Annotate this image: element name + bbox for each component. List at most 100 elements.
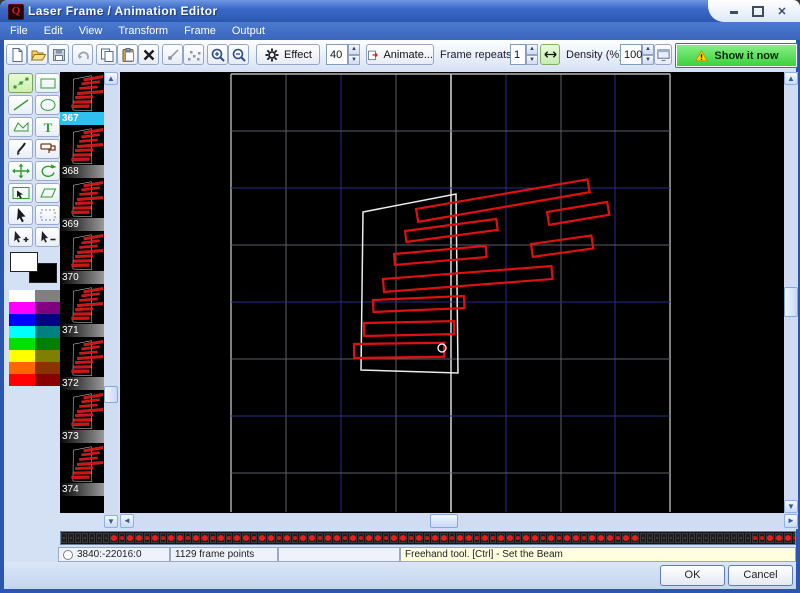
timeline-cell-frame[interactable] [276,533,282,543]
palette-swatch[interactable] [35,338,61,350]
timeline-cell-frame[interactable] [481,533,489,543]
palette-swatch[interactable] [9,374,35,386]
timeline-cell-frame[interactable] [317,533,323,543]
frame-item[interactable]: 374 [60,443,104,496]
timeline-cell-frame[interactable] [506,533,514,543]
close-icon[interactable]: ✕ [776,5,788,18]
timeline-cell-frame[interactable] [456,533,464,543]
frame-timeline[interactable] [60,531,796,545]
timeline-cell-frame[interactable] [465,533,473,543]
timeline-cell-frame[interactable] [333,533,341,543]
timeline-cell-frame[interactable] [752,533,758,543]
output-settings-button[interactable] [654,44,672,65]
timeline-cell-empty[interactable] [68,533,74,543]
timeline-cell-frame[interactable] [408,533,414,543]
timeline-cell-frame[interactable] [588,533,596,543]
paste-button[interactable] [117,44,138,65]
scroll-down-icon[interactable]: ▼ [104,515,118,528]
frame-label[interactable]: 372 [60,377,104,390]
cancel-button[interactable]: Cancel [728,565,793,586]
timeline-cell-empty[interactable] [654,533,660,543]
timeline-cell-frame[interactable] [267,533,275,543]
spin-down-icon[interactable]: ▼ [526,54,538,65]
timeline-cell-frame[interactable] [144,533,150,543]
frame-item[interactable]: 368 [60,125,104,178]
timeline-cell-frame[interactable] [547,533,555,543]
effect-value-spinner[interactable]: 40 ▲ ▼ [326,44,360,65]
timeline-cell-empty[interactable] [96,533,102,543]
spin-up-icon[interactable]: ▲ [526,44,538,55]
frame-label[interactable]: 368 [60,165,104,178]
timeline-cell-frame[interactable] [615,533,621,543]
tool-roller[interactable] [35,139,60,159]
save-button[interactable] [48,44,69,65]
title-bar[interactable]: Q Laser Frame / Animation Editor ✕ [0,0,800,22]
menu-output[interactable]: Output [232,25,265,37]
timeline-cell-frame[interactable] [606,533,614,543]
frame-item[interactable]: 370 [60,231,104,284]
timeline-cell-frame[interactable] [390,533,398,543]
frame-label[interactable]: 374 [60,483,104,496]
timeline-cell-frame[interactable] [299,533,307,543]
frame-scroll-thumb[interactable] [104,386,118,403]
frame-thumbnail[interactable] [61,337,104,377]
open-button[interactable] [27,44,48,65]
tool-ellipse[interactable] [35,95,60,115]
palette-swatch[interactable] [35,362,61,374]
new-button[interactable] [6,44,27,65]
frame-thumbnail[interactable] [61,72,104,112]
timeline-cell-frame[interactable] [283,533,291,543]
timeline-cell-empty[interactable] [89,533,95,543]
timeline-cell-frame[interactable] [540,533,546,543]
palette-swatch[interactable] [9,302,35,314]
palette-swatch[interactable] [35,302,61,314]
palette-swatch[interactable] [9,314,35,326]
timeline-cell-frame[interactable] [631,533,639,543]
delete-button[interactable] [138,44,159,65]
frame-item[interactable]: 369 [60,178,104,231]
timeline-cell-frame[interactable] [365,533,373,543]
frame-thumbnail[interactable] [61,125,104,165]
frame-label[interactable]: 369 [60,218,104,231]
palette-swatch[interactable] [35,314,61,326]
timeline-cell-empty[interactable] [75,533,81,543]
undo-button[interactable] [72,44,93,65]
tool-line[interactable] [8,95,33,115]
timeline-cell-empty[interactable] [640,533,646,543]
timeline-cell-frame[interactable] [563,533,571,543]
zoom-in-button[interactable] [207,44,228,65]
menu-file[interactable]: File [10,25,28,37]
tool-select-frame[interactable] [8,183,33,203]
timeline-cell-frame[interactable] [622,533,630,543]
frame-item[interactable]: 373 [60,390,104,443]
tool-cursor[interactable] [8,205,33,225]
palette-swatch[interactable] [9,338,35,350]
timeline-cell-frame[interactable] [383,533,389,543]
timeline-cell-frame[interactable] [358,533,364,543]
frame-thumbnail[interactable] [61,284,104,324]
timeline-cell-frame[interactable] [399,533,407,543]
palette-swatch[interactable] [9,350,35,362]
frame-thumbnail[interactable] [61,231,104,271]
tool-rectangle[interactable] [35,73,60,93]
timeline-cell-frame[interactable] [185,533,191,543]
frame-repeats-spinner[interactable]: 1 ▲ ▼ [510,44,538,65]
ok-button[interactable]: OK [660,565,725,586]
point-mode-button[interactable] [162,44,183,65]
tool-marquee[interactable] [35,205,60,225]
timeline-cell-empty[interactable] [731,533,737,543]
palette-swatch[interactable] [35,290,61,302]
timeline-cell-frame[interactable] [167,533,175,543]
frame-label[interactable]: 371 [60,324,104,337]
timeline-cell-frame[interactable] [374,533,382,543]
maximize-icon[interactable] [752,5,764,17]
timeline-cell-frame[interactable] [531,533,539,543]
timeline-cell-empty[interactable] [103,533,109,543]
timeline-cell-frame[interactable] [324,533,332,543]
tool-polygon[interactable] [8,117,33,137]
copy-button[interactable] [96,44,117,65]
timeline-cell-empty[interactable] [696,533,702,543]
beam-mode-button[interactable] [540,44,560,65]
palette-swatch[interactable] [35,374,61,386]
timeline-cell-frame[interactable] [597,533,605,543]
